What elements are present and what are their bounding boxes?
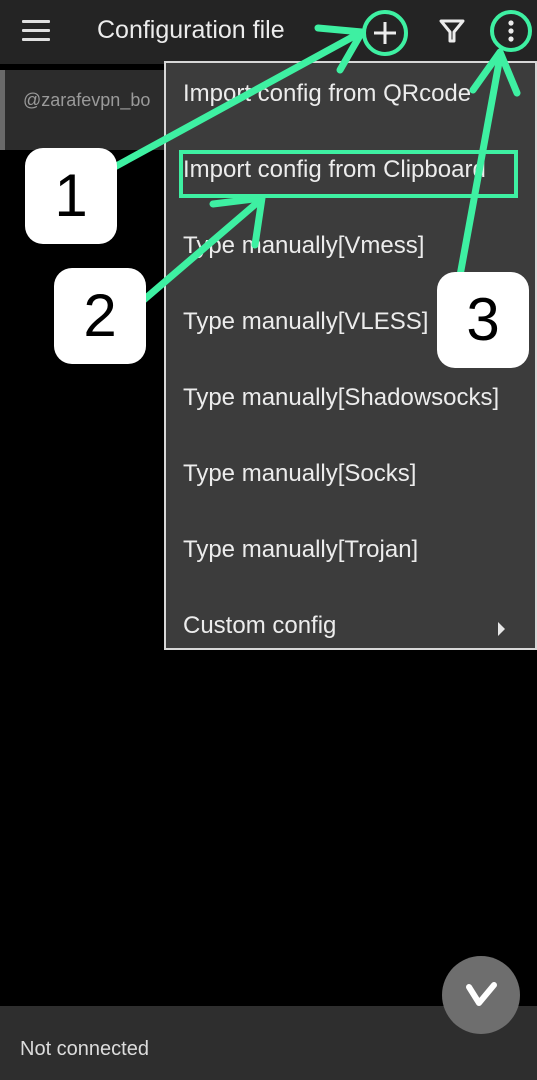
server-list-item[interactable]: @zarafevpn_bo (0, 70, 165, 150)
filter-button[interactable] (437, 16, 467, 46)
menu-item-label: Type manually[Trojan] (183, 536, 419, 563)
page-title: Configuration file (97, 16, 285, 44)
hamburger-menu-icon[interactable] (22, 20, 50, 42)
menu-item-type-shadowsocks[interactable]: Type manually[Shadowsocks] (166, 367, 535, 443)
menu-item-type-socks[interactable]: Type manually[Socks] (166, 443, 535, 519)
callout-2: 2 (54, 268, 146, 364)
menu-item-import-clipboard[interactable]: Import config from Clipboard (166, 139, 535, 215)
callout-1: 1 (25, 148, 117, 244)
menu-item-custom-config[interactable]: Custom config (166, 595, 535, 671)
filter-icon (439, 19, 465, 43)
connection-status-text: Not connected (20, 1038, 149, 1060)
server-name: @zarafevpn_bo (23, 90, 151, 110)
add-config-button[interactable] (362, 10, 408, 56)
menu-item-label: Import config from QRcode (183, 80, 472, 107)
more-vert-icon (508, 20, 514, 42)
menu-item-label: Custom config (183, 612, 337, 639)
menu-item-label: Type manually[Vmess] (183, 232, 425, 259)
connect-fab[interactable] (442, 956, 520, 1034)
callout-3: 3 (437, 272, 529, 368)
v-logo-icon (466, 982, 497, 1006)
menu-item-label: Type manually[VLESS] (183, 308, 429, 335)
menu-item-label: Type manually[Socks] (183, 460, 417, 487)
plus-icon (374, 22, 396, 44)
menu-item-type-trojan[interactable]: Type manually[Trojan] (166, 519, 535, 595)
menu-item-import-qrcode[interactable]: Import config from QRcode (166, 63, 535, 139)
chevron-right-icon (498, 622, 505, 636)
menu-item-label: Type manually[Shadowsocks] (183, 384, 500, 411)
menu-item-label: Import config from Clipboard (183, 156, 486, 183)
more-options-button[interactable] (490, 10, 532, 52)
app-bar: Configuration file (0, 0, 537, 64)
